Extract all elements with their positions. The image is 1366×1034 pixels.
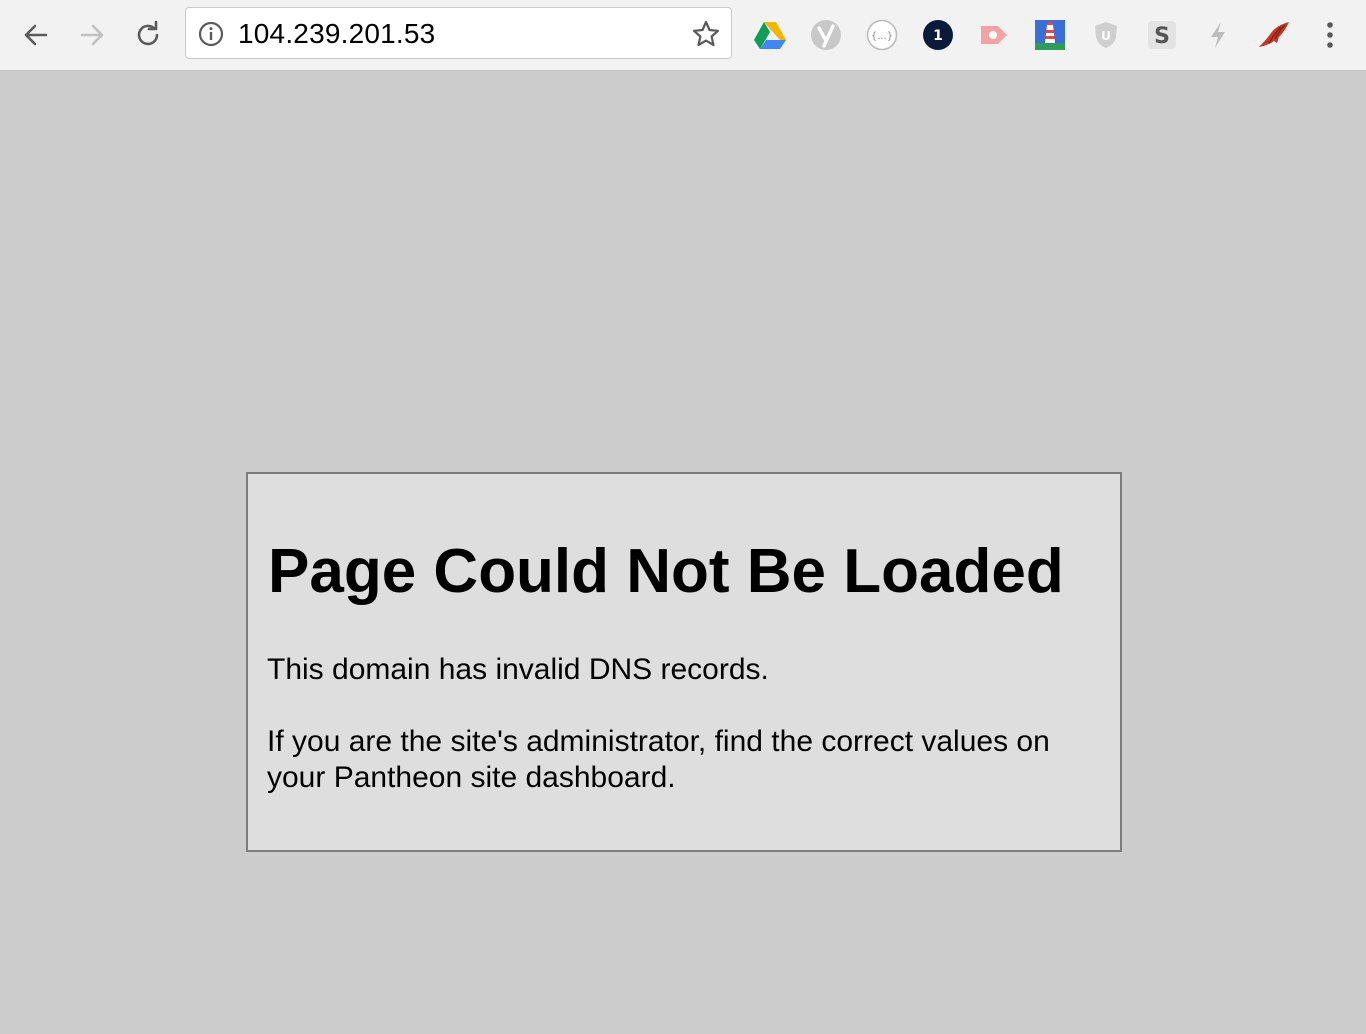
video-extension[interactable] bbox=[977, 18, 1011, 52]
bookmark-star-icon[interactable] bbox=[691, 19, 721, 49]
reload-icon bbox=[137, 20, 159, 46]
lightning-icon bbox=[1211, 22, 1225, 48]
1password-icon: 1 bbox=[923, 20, 953, 50]
google-drive-icon bbox=[754, 22, 786, 49]
browser-toolbar: 104.239.201.53 {...} 1 U S bbox=[0, 0, 1366, 71]
back-button[interactable] bbox=[18, 17, 54, 53]
s-extension-icon: S bbox=[1148, 21, 1176, 49]
google-drive-extension[interactable] bbox=[753, 18, 787, 52]
more-vertical-icon bbox=[1327, 22, 1333, 48]
yoast-extension[interactable] bbox=[809, 18, 843, 52]
json-formatter-extension[interactable]: {...} bbox=[865, 18, 899, 52]
eagle-icon bbox=[1259, 22, 1289, 47]
ublock-icon: U bbox=[1095, 22, 1117, 48]
video-extension-icon bbox=[981, 26, 1007, 44]
lighthouse-icon bbox=[1035, 20, 1065, 50]
page-title: Page Could Not Be Loaded bbox=[268, 537, 1064, 606]
forward-arrow-icon bbox=[80, 24, 104, 46]
1password-extension[interactable]: 1 bbox=[921, 18, 955, 52]
error-message: This domain has invalid DNS records. bbox=[267, 653, 769, 686]
json-formatter-label: {...} bbox=[871, 31, 893, 42]
s-extension-label: S bbox=[1154, 24, 1170, 49]
browser-menu-button[interactable] bbox=[1315, 17, 1345, 53]
s-extension[interactable]: S bbox=[1145, 18, 1179, 52]
info-icon[interactable] bbox=[198, 21, 224, 47]
address-bar[interactable]: 104.239.201.53 bbox=[185, 7, 732, 59]
error-box: Page Could Not Be Loaded This domain has… bbox=[246, 472, 1122, 852]
back-arrow-icon bbox=[24, 24, 48, 46]
eagle-extension[interactable] bbox=[1257, 18, 1291, 52]
ublock-label: U bbox=[1101, 29, 1111, 43]
admin-note: If you are the site's administrator, fin… bbox=[267, 725, 1050, 794]
forward-button[interactable] bbox=[74, 17, 110, 53]
yoast-icon bbox=[811, 20, 841, 50]
json-formatter-icon: {...} bbox=[866, 19, 898, 51]
1password-label: 1 bbox=[933, 28, 943, 44]
reload-button[interactable] bbox=[130, 17, 166, 53]
lighthouse-extension[interactable] bbox=[1033, 18, 1067, 52]
url-text[interactable]: 104.239.201.53 bbox=[238, 19, 435, 49]
ublock-extension[interactable]: U bbox=[1089, 18, 1123, 52]
lightning-extension[interactable] bbox=[1201, 18, 1235, 52]
